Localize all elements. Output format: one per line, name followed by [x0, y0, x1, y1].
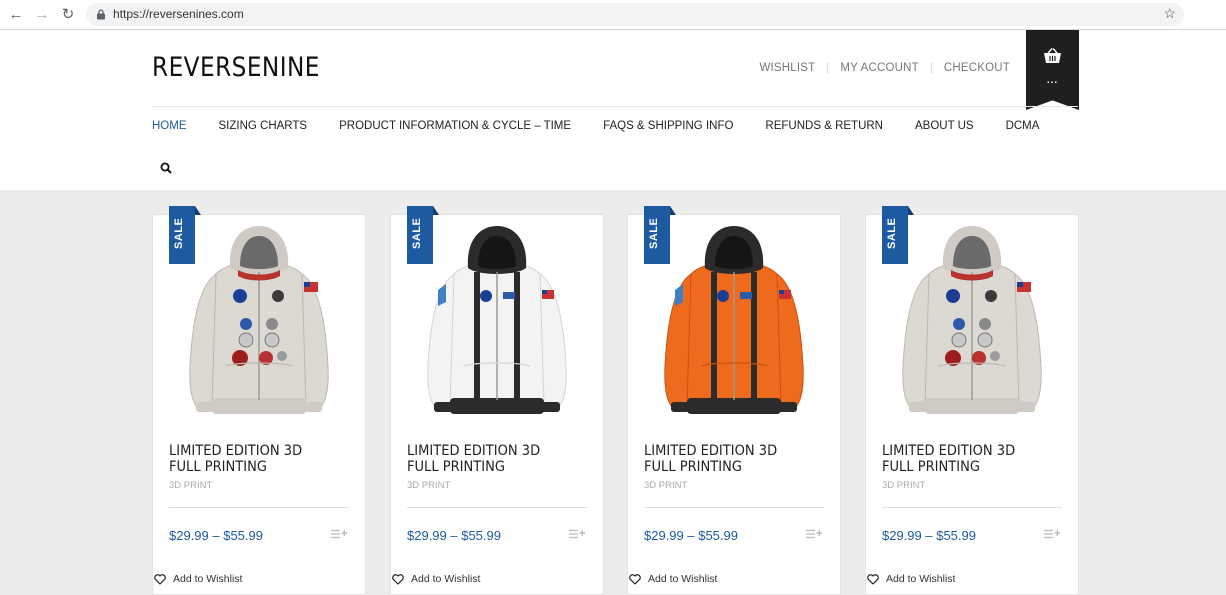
product-category[interactable]: 3D PRINT [407, 480, 450, 491]
product-price: $29.99 – $55.99 [644, 528, 738, 543]
main-nav: HOME SIZING CHARTS PRODUCT INFORMATION &… [152, 120, 1071, 132]
top-links: WISHLIST MY ACCOUNT CHECKOUT [759, 62, 1010, 74]
product-title[interactable]: LIMITED EDITION 3D FULL PRINTING [407, 443, 569, 475]
address-bar[interactable]: https://reversenines.com ☆ [86, 3, 1184, 26]
add-to-wishlist-button[interactable]: Add to Wishlist [392, 573, 480, 585]
add-to-wishlist-label: Add to Wishlist [411, 573, 481, 585]
product-price: $29.99 – $55.99 [407, 528, 501, 543]
back-arrow-icon[interactable]: ← [6, 5, 26, 25]
product-price: $29.99 – $55.99 [169, 528, 263, 543]
lock-icon [97, 9, 105, 20]
add-to-wishlist-button[interactable]: Add to Wishlist [629, 573, 717, 585]
browser-toolbar: ← → ↻ https://reversenines.com ☆ [0, 0, 1226, 30]
star-icon[interactable]: ☆ [1163, 5, 1176, 22]
product-card[interactable]: SALE LIMITED EDITION 3D FULL PRINTING 3D… [390, 206, 604, 595]
sale-badge: SALE [407, 206, 439, 264]
url-text[interactable]: https://reversenines.com [113, 7, 244, 21]
add-to-wishlist-label: Add to Wishlist [173, 573, 243, 585]
nav-item-faqs-shipping[interactable]: FAQS & SHIPPING INFO [603, 120, 733, 132]
forward-arrow-icon[interactable]: → [32, 5, 52, 25]
divider [152, 106, 1078, 107]
add-to-wishlist-label: Add to Wishlist [886, 573, 956, 585]
add-to-compare-icon[interactable] [331, 529, 347, 539]
cart-button[interactable]: ... [1026, 30, 1079, 110]
nav-item-sizing-charts[interactable]: SIZING CHARTS [219, 120, 308, 132]
sale-badge-label: SALE [648, 217, 660, 249]
divider [930, 62, 932, 74]
divider [827, 62, 829, 74]
add-to-wishlist-label: Add to Wishlist [648, 573, 718, 585]
sale-badge-label: SALE [411, 217, 423, 249]
divider [644, 507, 824, 508]
site-logo[interactable]: REVERSENINE [152, 52, 320, 83]
my-account-link[interactable]: MY ACCOUNT [840, 62, 918, 74]
site-header: REVERSENINE WISHLIST MY ACCOUNT CHECKOUT… [0, 30, 1226, 190]
divider [882, 507, 1062, 508]
product-category[interactable]: 3D PRINT [644, 480, 687, 491]
sale-badge-label: SALE [886, 217, 898, 249]
product-title[interactable]: LIMITED EDITION 3D FULL PRINTING [169, 443, 331, 475]
basket-icon [1044, 48, 1061, 63]
nav-item-about-us[interactable]: ABOUT US [915, 120, 974, 132]
product-grid: SALE LIMITED EDITION 3D FULL PRINTING 3D… [0, 190, 1226, 595]
nav-item-refunds-return[interactable]: REFUNDS & RETURN [765, 120, 883, 132]
heart-icon [154, 573, 166, 585]
nav-item-home[interactable]: HOME [152, 120, 187, 132]
add-to-wishlist-button[interactable]: Add to Wishlist [154, 573, 242, 585]
product-card[interactable]: SALE LIMITED EDITION 3D FULL PRINTING 3D… [152, 206, 366, 595]
product-price: $29.99 – $55.99 [882, 528, 976, 543]
add-to-wishlist-button[interactable]: Add to Wishlist [867, 573, 955, 585]
wishlist-link[interactable]: WISHLIST [759, 62, 815, 74]
add-to-compare-icon[interactable] [569, 529, 585, 539]
divider [407, 507, 587, 508]
add-to-compare-icon[interactable] [806, 529, 822, 539]
nav-item-product-information[interactable]: PRODUCT INFORMATION & CYCLE – TIME [339, 120, 571, 132]
heart-icon [867, 573, 879, 585]
nav-item-dcma[interactable]: DCMA [1006, 120, 1040, 132]
sale-badge: SALE [882, 206, 914, 264]
divider [169, 507, 349, 508]
product-card[interactable]: SALE LIMITED EDITION 3D FULL PRINTING 3D… [627, 206, 841, 595]
sale-badge: SALE [644, 206, 676, 264]
checkout-link[interactable]: CHECKOUT [944, 62, 1010, 74]
product-category[interactable]: 3D PRINT [882, 480, 925, 491]
product-card[interactable]: SALE LIMITED EDITION 3D FULL PRINTING 3D… [865, 206, 1079, 595]
sale-badge: SALE [169, 206, 201, 264]
search-icon[interactable] [160, 162, 172, 174]
heart-icon [629, 573, 641, 585]
add-to-compare-icon[interactable] [1044, 529, 1060, 539]
heart-icon [392, 573, 404, 585]
cart-count: ... [1046, 75, 1059, 86]
product-title[interactable]: LIMITED EDITION 3D FULL PRINTING [644, 443, 806, 475]
reload-icon[interactable]: ↻ [58, 5, 78, 25]
product-category[interactable]: 3D PRINT [169, 480, 212, 491]
sale-badge-label: SALE [173, 217, 185, 249]
product-title[interactable]: LIMITED EDITION 3D FULL PRINTING [882, 443, 1044, 475]
